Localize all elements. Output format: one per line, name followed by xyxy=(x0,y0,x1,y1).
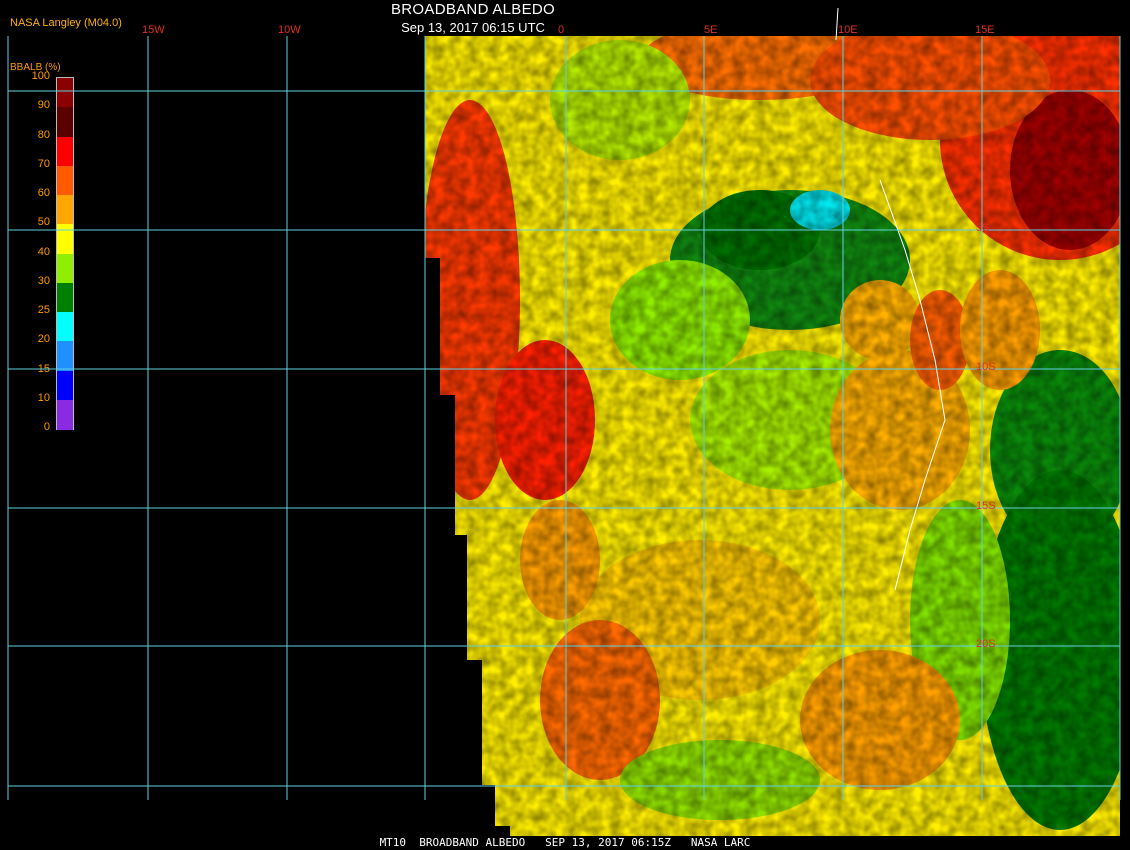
albedo-map xyxy=(7,7,1121,836)
latitude-label: 15S xyxy=(976,500,996,512)
longitude-label: 10W xyxy=(278,24,301,36)
longitude-label: 0 xyxy=(558,24,565,36)
footer-caption: MT10 BROADBAND ALBEDO SEP 13, 2017 06:15… xyxy=(379,836,751,849)
latitude-label: 20S xyxy=(976,638,996,650)
longitude-label: 15E xyxy=(975,24,995,36)
latitude-label: 5S xyxy=(976,222,990,234)
longitude-label: 5E xyxy=(704,24,718,36)
longitude-label: 15W xyxy=(142,24,165,36)
latitude-label: 10S xyxy=(976,361,996,373)
satellite-image-view: BROADBAND ALBEDO Sep 13, 2017 06:15 UTC … xyxy=(0,0,1130,850)
swath-imagery xyxy=(425,36,1120,836)
longitude-label: 10E xyxy=(838,24,858,36)
